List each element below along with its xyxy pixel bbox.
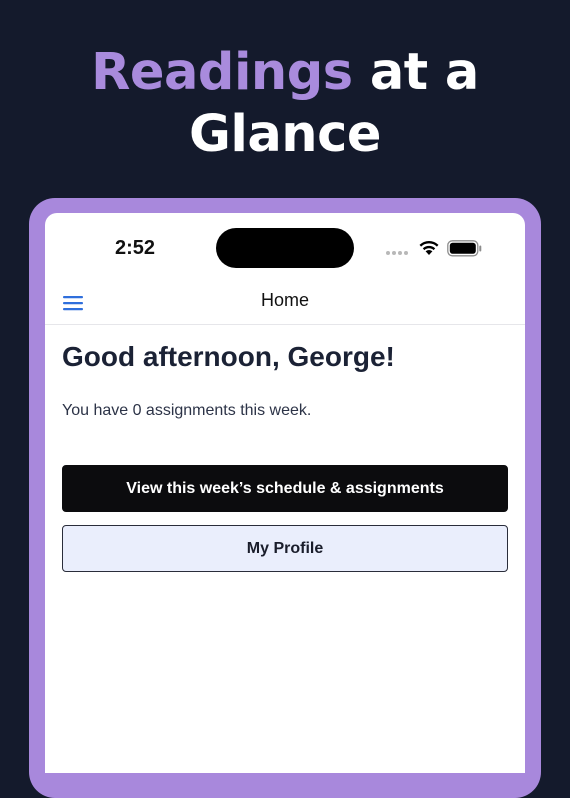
my-profile-button[interactable]: My Profile: [62, 525, 508, 572]
nav-title: Home: [260, 290, 309, 310]
assignment-summary: You have 0 assignments this week.: [62, 402, 312, 419]
wifi-icon: [419, 240, 439, 255]
headline-accent: Readings: [91, 43, 353, 102]
view-schedule-button[interactable]: View this week’s schedule & assignments: [62, 465, 508, 512]
promo-headline: Readings at a Glance: [0, 42, 570, 166]
greeting-heading: Good afternoon, George!: [62, 341, 395, 372]
nav-bar: Home: [45, 281, 525, 325]
status-time: 2:52: [115, 237, 156, 259]
dynamic-island: [216, 228, 354, 268]
cellular-signal-icon: [386, 251, 408, 255]
phone-screen: 2:52 Home Good afternoon, George! You ha…: [45, 213, 525, 773]
battery-icon: [447, 240, 482, 257]
